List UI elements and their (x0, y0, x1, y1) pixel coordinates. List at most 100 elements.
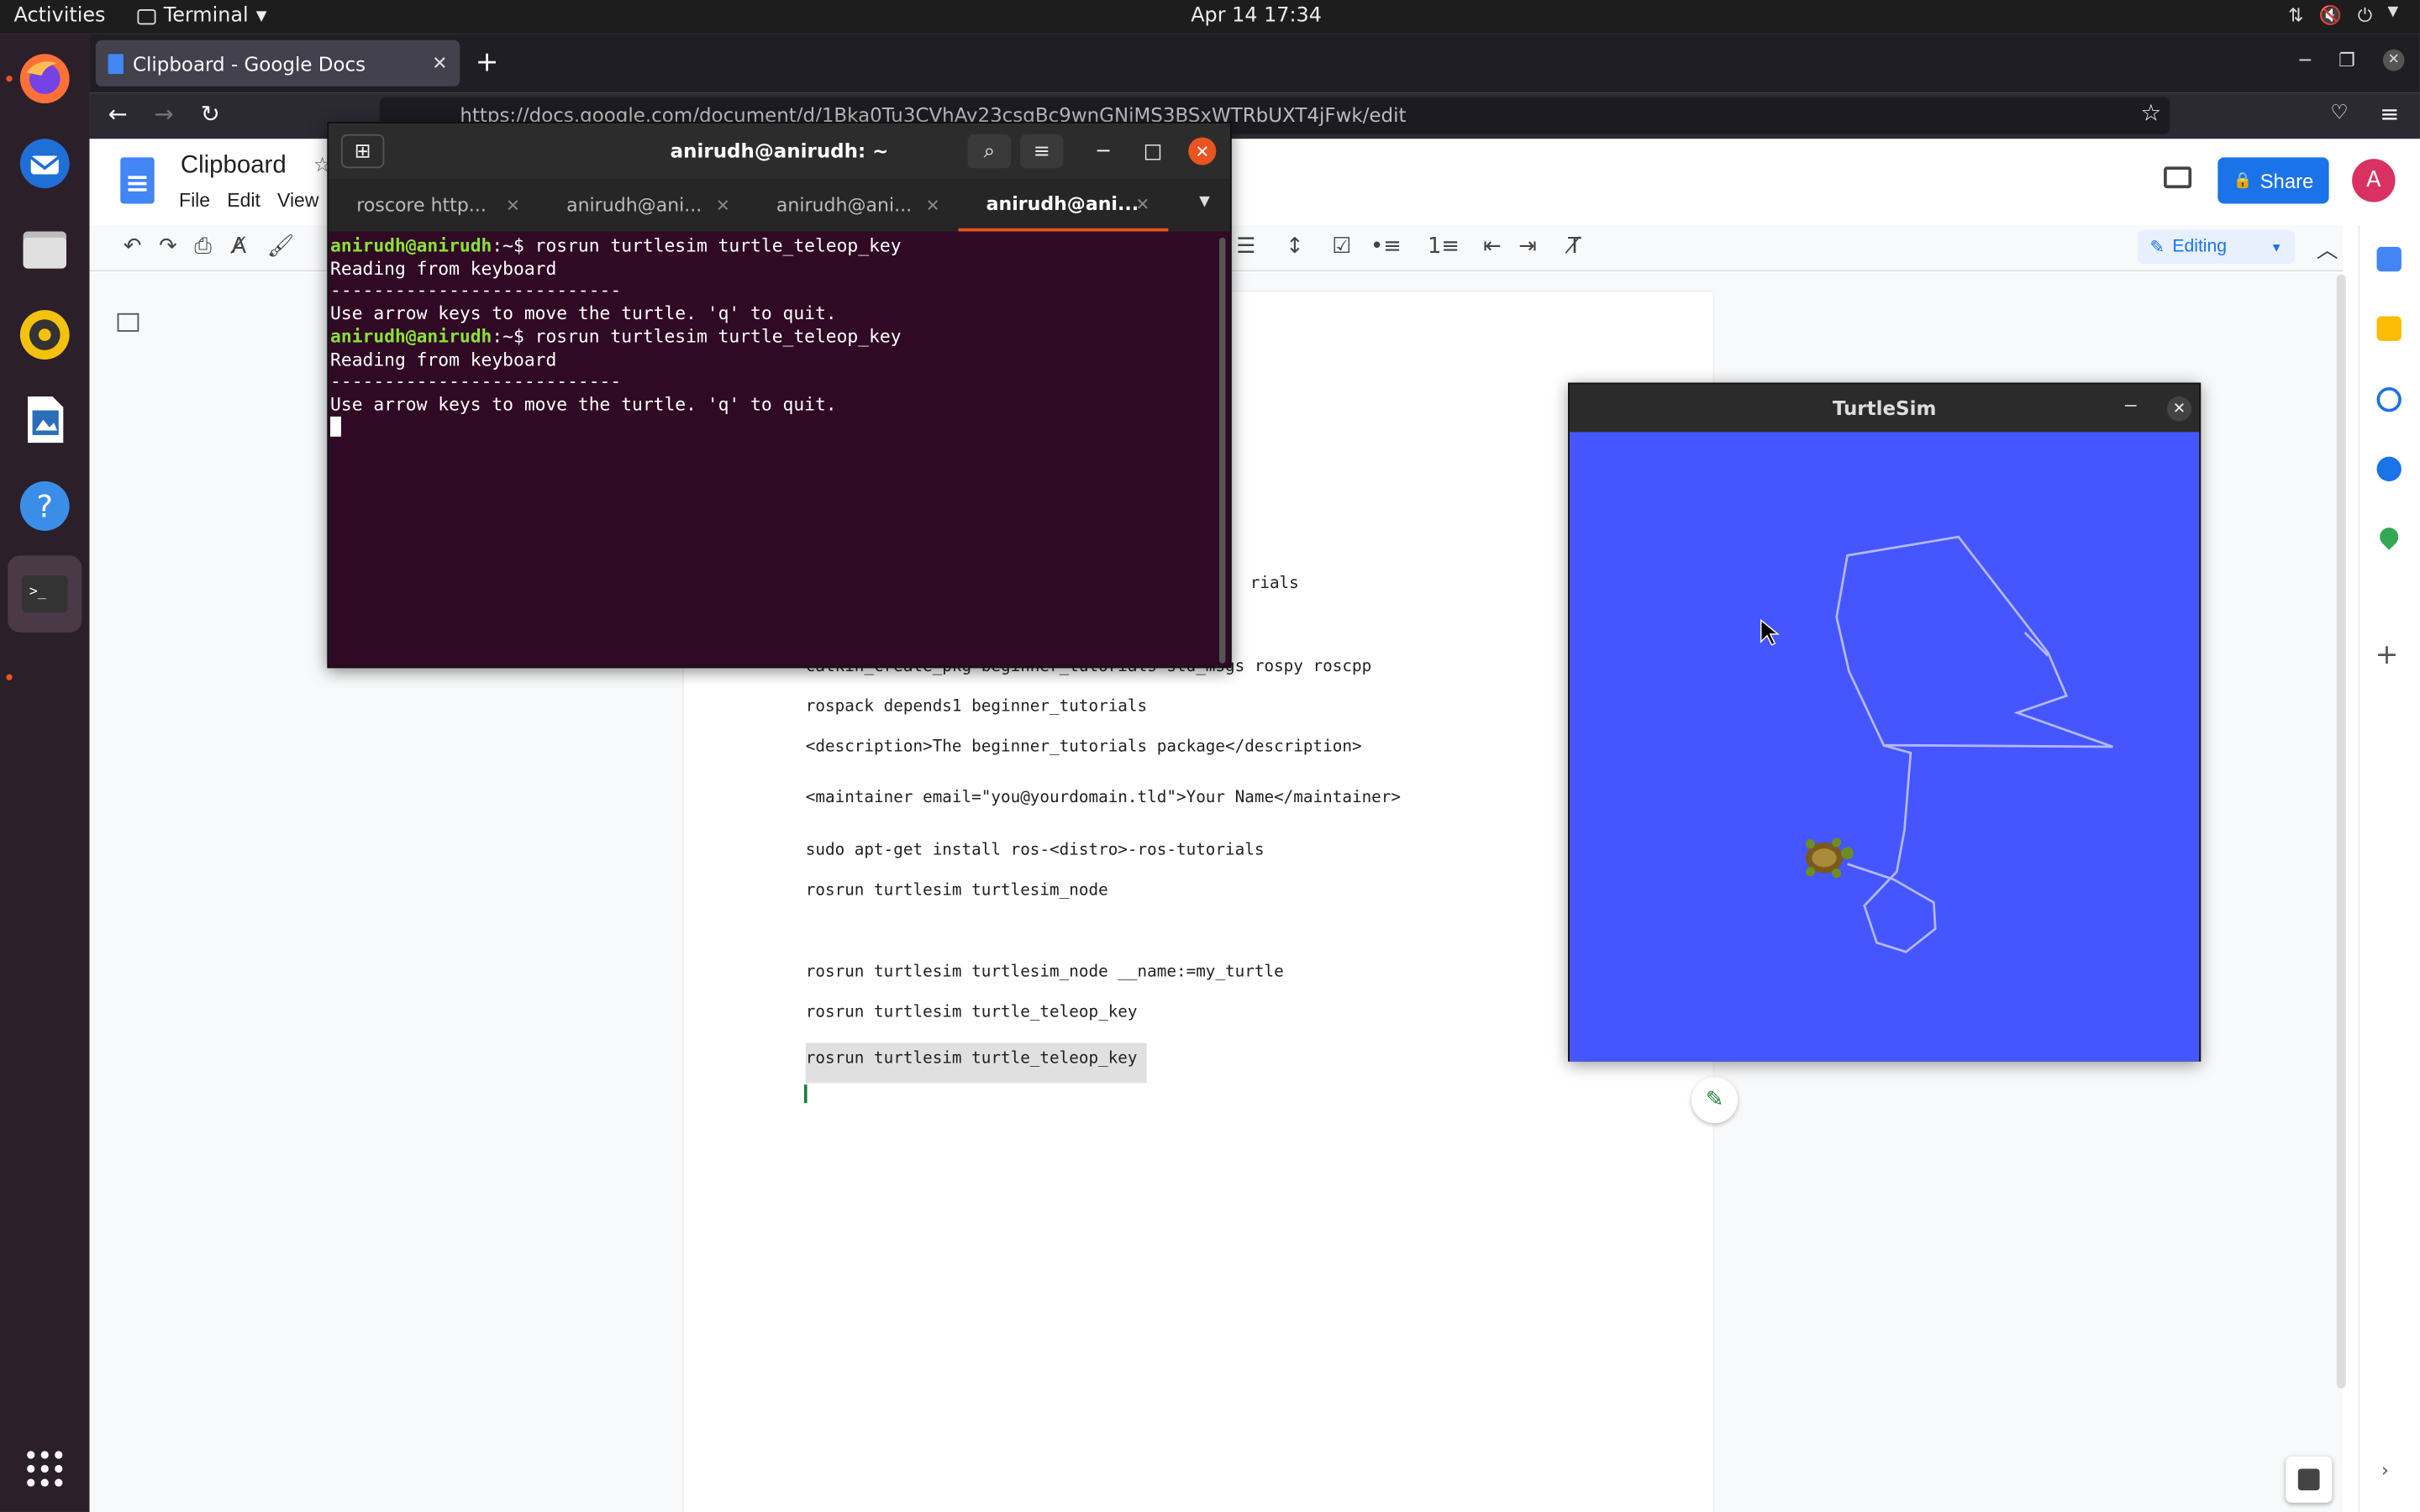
turtlesim-window[interactable]: TurtleSim ─ ✕ (1568, 382, 2202, 1062)
prompt-path: :~$ (492, 234, 535, 256)
show-applications-icon[interactable] (14, 1438, 76, 1499)
forward-icon[interactable]: → (155, 100, 174, 128)
system-tray[interactable]: ⇅ 🔇 ⏻ ▼ (2288, 5, 2398, 29)
contacts-icon[interactable] (2376, 456, 2402, 482)
back-icon[interactable]: ← (108, 100, 128, 128)
explore-button[interactable] (2286, 1456, 2333, 1503)
terminal-window[interactable]: ⊞ anirudh@anirudh: ~ ⌕ ≡ ─ □ ✕ roscore h… (327, 122, 1232, 669)
thunderbird-icon[interactable] (14, 133, 76, 194)
minimize-icon[interactable]: ─ (1082, 134, 1125, 168)
add-comment-icon[interactable]: ✎ (1691, 1077, 1739, 1124)
close-icon[interactable]: ✕ (1188, 137, 1217, 165)
command-text: rosrun turtlesim turtle_teleop_key (534, 325, 902, 347)
terminal-tab-bar: roscore http... ✕ anirudh@ani... ✕ aniru… (329, 179, 1230, 232)
browser-tab-bar: Clipboard - Google Docs ✕ + ─ ❐ ✕ (89, 34, 2420, 93)
doc-line: rosrun turtlesim turtlesim_node __name:=… (805, 963, 1284, 982)
rhythmbox-icon[interactable] (14, 304, 76, 365)
doc-line-selected: rosrun turtlesim turtle_teleop_key (805, 1042, 1147, 1084)
terminal-tab[interactable]: anirudh@ani... ✕ (539, 179, 749, 231)
minimize-icon[interactable]: ─ (2125, 395, 2136, 417)
close-tab-icon[interactable]: ✕ (506, 195, 520, 215)
command-text: rosrun turtlesim turtle_teleop_key (534, 234, 902, 256)
share-button[interactable]: 🔒 Share (2217, 157, 2329, 204)
docs-menu-bar: File Edit View (179, 190, 318, 212)
terminal-tab[interactable]: anirudh@ani... ✕ (749, 179, 959, 231)
avatar[interactable]: A (2352, 159, 2396, 202)
editing-mode-dropdown[interactable]: ✎ Editing ▼ (2137, 229, 2296, 265)
tasks-icon[interactable] (2376, 387, 2402, 412)
paint-format-icon[interactable]: 🖌 (267, 234, 295, 259)
network-icon: ⇅ (2288, 4, 2304, 27)
pocket-icon[interactable]: ♡ (2330, 102, 2348, 125)
bookmark-star-icon[interactable]: ☆ (2141, 99, 2162, 127)
minimize-icon[interactable]: ─ (2300, 50, 2311, 71)
menu-icon[interactable]: ≡ (2380, 100, 2399, 128)
close-icon[interactable]: ✕ (2382, 49, 2405, 71)
search-icon[interactable]: ⌕ (967, 134, 1012, 169)
line-spacing-icon[interactable]: ↕ (1286, 234, 1304, 259)
svg-text:?: ? (37, 488, 54, 524)
maximize-icon[interactable]: ❐ (2338, 50, 2355, 71)
terminal-titlebar[interactable]: ⊞ anirudh@anirudh: ~ ⌕ ≡ ─ □ ✕ (329, 123, 1230, 180)
chevron-down-icon: ▼ (2270, 239, 2283, 255)
print-icon[interactable]: ⎙ (194, 234, 212, 259)
collapse-menus-icon[interactable]: ︿ (2317, 234, 2338, 265)
help-icon[interactable]: ? (14, 475, 76, 537)
spellcheck-icon[interactable]: A̸ (232, 234, 247, 259)
firefox-icon[interactable] (14, 48, 76, 109)
increase-indent-icon[interactable]: ⇥ (1518, 234, 1537, 259)
terminal-output-line: Use arrow keys to move the turtle. 'q' t… (330, 393, 837, 415)
browser-tab[interactable]: Clipboard - Google Docs ✕ (95, 39, 460, 87)
terminal-tab-active[interactable]: anirudh@ani... ✕ (958, 179, 1169, 232)
clock[interactable]: Apr 14 17:34 (0, 5, 2420, 29)
new-tab-button[interactable]: + (476, 46, 499, 79)
numbered-list-icon[interactable]: 1≡ (1428, 234, 1460, 259)
hamburger-menu-icon[interactable]: ≡ (1020, 134, 1064, 169)
undo-icon[interactable]: ↶ (124, 234, 142, 259)
keep-icon[interactable] (2376, 316, 2402, 341)
doc-line: sudo apt-get install ros-<distro>-ros-tu… (805, 841, 1265, 860)
browser-tab-title: Clipboard - Google Docs (132, 51, 366, 76)
svg-text:>_: >_ (29, 583, 46, 599)
terminal-output-line: Use arrow keys to move the turtle. 'q' t… (330, 302, 837, 324)
bulleted-list-icon[interactable]: •≡ (1370, 234, 1402, 259)
comment-history-icon[interactable] (2164, 166, 2192, 189)
terminal-tab[interactable]: roscore http... ✕ (329, 179, 539, 231)
doc-line: rospack depends1 beginner_tutorials (805, 697, 1148, 717)
document-title[interactable]: Clipboard (181, 153, 287, 181)
reload-icon[interactable]: ↻ (201, 100, 220, 128)
terminal-icon[interactable]: >_ (8, 555, 82, 633)
close-tab-icon[interactable]: ✕ (716, 195, 730, 215)
close-tab-icon[interactable]: ✕ (432, 52, 447, 74)
close-tab-icon[interactable]: ✕ (1135, 194, 1150, 214)
terminal-output-line: --------------------------- (330, 280, 622, 302)
clear-formatting-icon[interactable]: T̸ (1568, 234, 1581, 259)
document-outline-icon[interactable] (117, 312, 139, 332)
prompt-user: anirudh@anirudh (330, 234, 492, 256)
add-addon-icon[interactable]: + (2375, 638, 2399, 671)
side-panel: + › (2358, 225, 2420, 1512)
terminal-output[interactable]: anirudh@anirudh:~$ rosrun turtlesim turt… (330, 234, 1219, 664)
close-icon[interactable]: ✕ (2166, 396, 2192, 422)
libreoffice-writer-icon[interactable] (14, 389, 76, 450)
text-cursor (803, 1084, 808, 1104)
chevron-right-icon[interactable]: › (2381, 1460, 2389, 1482)
maximize-icon[interactable]: □ (1131, 134, 1174, 168)
decrease-indent-icon[interactable]: ⇤ (1483, 234, 1502, 259)
tab-list-dropdown-icon[interactable]: ▼ (1199, 194, 1210, 209)
calendar-icon[interactable] (2376, 246, 2402, 272)
document-scrollbar[interactable] (2336, 274, 2346, 1389)
google-docs-logo[interactable] (120, 157, 155, 204)
checklist-icon[interactable]: ☑ (1332, 234, 1351, 259)
close-tab-icon[interactable]: ✕ (926, 195, 940, 215)
align-justify-icon[interactable]: ☰ (1236, 234, 1255, 259)
menu-view[interactable]: View (277, 190, 318, 212)
doc-line: rials (1249, 574, 1299, 593)
menu-file[interactable]: File (179, 190, 210, 212)
maps-icon[interactable] (2375, 523, 2402, 550)
files-icon[interactable] (14, 218, 76, 279)
terminal-scrollbar[interactable] (1218, 237, 1226, 664)
turtlesim-canvas[interactable] (1569, 432, 2200, 1062)
menu-edit[interactable]: Edit (227, 190, 260, 212)
redo-icon[interactable]: ↷ (159, 234, 177, 259)
